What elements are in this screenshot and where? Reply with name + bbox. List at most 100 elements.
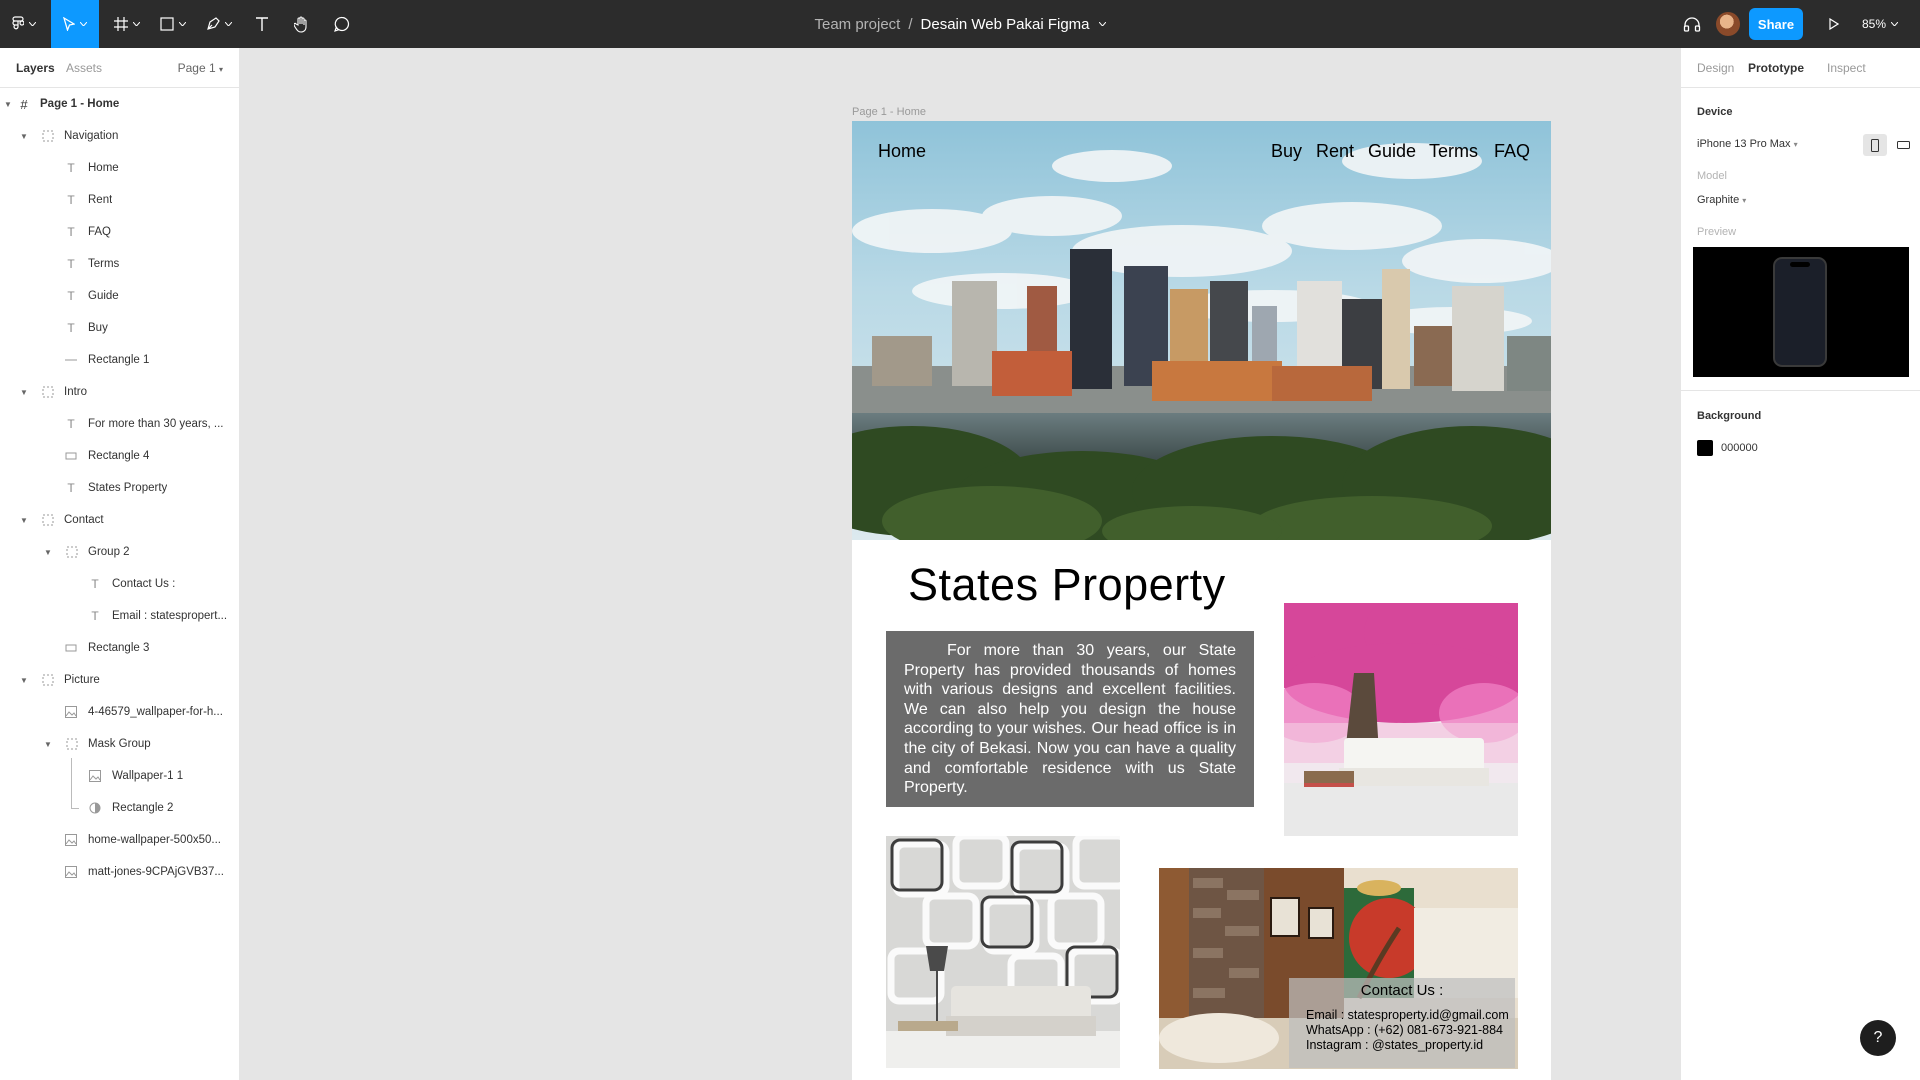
- layer-row[interactable]: matt-jones-9CPAjGVB37...: [0, 856, 239, 888]
- caret-down-icon[interactable]: ▼: [19, 516, 29, 525]
- text-layer-icon: T: [67, 321, 75, 335]
- layer-row[interactable]: T Guide: [0, 280, 239, 312]
- layer-row[interactable]: T Buy: [0, 312, 239, 344]
- move-tool-button[interactable]: [51, 0, 99, 48]
- shape-tool-button[interactable]: [154, 0, 192, 48]
- landscape-toggle[interactable]: [1891, 134, 1915, 156]
- layer-row[interactable]: T Home: [0, 152, 239, 184]
- layer-row[interactable]: T States Property: [0, 472, 239, 504]
- layer-row[interactable]: Rectangle 2: [0, 792, 239, 824]
- background-color-swatch[interactable]: [1697, 440, 1713, 456]
- present-button[interactable]: [1822, 0, 1846, 48]
- layer-row[interactable]: ▼ # Page 1 - Home: [0, 88, 239, 120]
- caret-down-icon[interactable]: ▼: [3, 100, 13, 109]
- avatar[interactable]: [1716, 12, 1740, 36]
- layer-row[interactable]: ▼ Group 2: [0, 536, 239, 568]
- background-heading: Background: [1697, 410, 1762, 422]
- play-icon: [1829, 18, 1839, 30]
- nav-link-rent[interactable]: Rent: [1316, 141, 1354, 162]
- canvas[interactable]: Page 1 - Home Home Buy Rent Guide Terms …: [241, 48, 1679, 1080]
- chevron-down-icon[interactable]: [1098, 22, 1106, 26]
- design-frame[interactable]: Home Buy Rent Guide Terms FAQ States Pro…: [852, 121, 1551, 1080]
- caret-down-icon[interactable]: ▼: [19, 132, 29, 141]
- text-layer-icon: T: [67, 161, 75, 175]
- chevron-down-icon: [133, 22, 140, 26]
- audio-button[interactable]: [1680, 0, 1704, 48]
- cube-wallpaper-room-image[interactable]: [886, 836, 1120, 1068]
- figma-menu-button[interactable]: [6, 0, 42, 48]
- tree-line: [71, 758, 72, 792]
- mask-icon: [88, 801, 102, 815]
- zoom-level: 85%: [1862, 17, 1887, 31]
- rectangle-icon: [64, 449, 78, 463]
- model-select[interactable]: Graphite ▾: [1697, 194, 1746, 206]
- layer-name: For more than 30 years, ...: [88, 418, 224, 430]
- chevron-down-icon: [80, 22, 87, 26]
- help-button[interactable]: ?: [1860, 1020, 1896, 1056]
- layer-row[interactable]: Rectangle 1: [0, 344, 239, 376]
- layer-row[interactable]: T Contact Us :: [0, 568, 239, 600]
- layer-row[interactable]: ▼ Intro: [0, 376, 239, 408]
- comment-tool-button[interactable]: [328, 0, 356, 48]
- layer-row[interactable]: Rectangle 3: [0, 632, 239, 664]
- frame-tool-icon: [114, 17, 128, 31]
- layer-row[interactable]: ▼ Mask Group: [0, 728, 239, 760]
- tab-layers[interactable]: Layers: [16, 61, 55, 75]
- text-tool-button[interactable]: [248, 0, 276, 48]
- caret-down-icon[interactable]: ▼: [19, 388, 29, 397]
- background-color-value[interactable]: 000000: [1721, 442, 1758, 454]
- nav-link-terms[interactable]: Terms: [1429, 141, 1478, 162]
- pen-tool-button[interactable]: [200, 0, 238, 48]
- contact-instagram: Instagram : @states_property.id: [1306, 1038, 1484, 1052]
- layer-row[interactable]: ▼ Contact: [0, 504, 239, 536]
- zoom-control[interactable]: 85%: [1862, 0, 1899, 48]
- project-name[interactable]: Team project: [814, 16, 900, 33]
- layer-row[interactable]: home-wallpaper-500x50...: [0, 824, 239, 856]
- headphones-icon: [1683, 17, 1701, 32]
- layer-row[interactable]: Wallpaper-1 1: [0, 758, 239, 792]
- shape-tool-icon: [160, 17, 174, 31]
- layer-row[interactable]: T Rent: [0, 184, 239, 216]
- layer-row[interactable]: 4-46579_wallpaper-for-h...: [0, 696, 239, 728]
- contact-box[interactable]: Contact Us : Email : statesproperty.id@g…: [1289, 978, 1515, 1068]
- tab-prototype[interactable]: Prototype: [1748, 61, 1804, 75]
- device-preview[interactable]: [1693, 247, 1909, 377]
- page-select[interactable]: Page 1 ▾: [178, 61, 223, 75]
- layer-name: Email : statespropert...: [112, 610, 228, 622]
- share-button[interactable]: Share: [1749, 8, 1803, 40]
- device-select[interactable]: iPhone 13 Pro Max ▾: [1697, 138, 1798, 150]
- caret-down-icon[interactable]: ▼: [19, 676, 29, 685]
- frame-label[interactable]: Page 1 - Home: [852, 106, 926, 118]
- layer-row[interactable]: T Terms: [0, 248, 239, 280]
- tab-inspect[interactable]: Inspect: [1827, 61, 1866, 75]
- landscape-icon: [1896, 141, 1910, 149]
- layer-row[interactable]: T Email : statespropert...: [0, 600, 239, 632]
- layer-name: Rectangle 2: [112, 802, 174, 814]
- intro-box[interactable]: For more than 30 years, our State Proper…: [886, 631, 1254, 807]
- group-icon: [41, 513, 55, 527]
- site-title[interactable]: States Property: [908, 559, 1226, 611]
- pink-tree-room-image[interactable]: [1284, 603, 1518, 836]
- nav-link-guide[interactable]: Guide: [1368, 141, 1416, 162]
- move-tool-icon: [63, 17, 75, 31]
- caret-down-icon[interactable]: ▼: [43, 740, 53, 749]
- frame-tool-button[interactable]: [108, 0, 146, 48]
- tab-assets[interactable]: Assets: [66, 61, 102, 75]
- caret-down-icon[interactable]: ▼: [43, 548, 53, 557]
- tab-design[interactable]: Design: [1697, 61, 1734, 75]
- layer-row[interactable]: ▼ Picture: [0, 664, 239, 696]
- portrait-toggle[interactable]: [1863, 134, 1887, 156]
- nav-link-faq[interactable]: FAQ: [1494, 141, 1530, 162]
- image-layer-icon: [64, 705, 78, 719]
- nav-home-link[interactable]: Home: [878, 141, 926, 162]
- model-label: Model: [1697, 170, 1727, 182]
- layer-row[interactable]: ▼ Navigation: [0, 120, 239, 152]
- file-name[interactable]: Desain Web Pakai Figma: [921, 16, 1090, 33]
- layer-row[interactable]: Rectangle 4: [0, 440, 239, 472]
- layer-row[interactable]: T FAQ: [0, 216, 239, 248]
- nav-link-buy[interactable]: Buy: [1271, 141, 1302, 162]
- layer-name: Guide: [88, 290, 119, 302]
- hand-tool-button[interactable]: [288, 0, 316, 48]
- layer-row[interactable]: T For more than 30 years, ...: [0, 408, 239, 440]
- divider: [1681, 390, 1920, 391]
